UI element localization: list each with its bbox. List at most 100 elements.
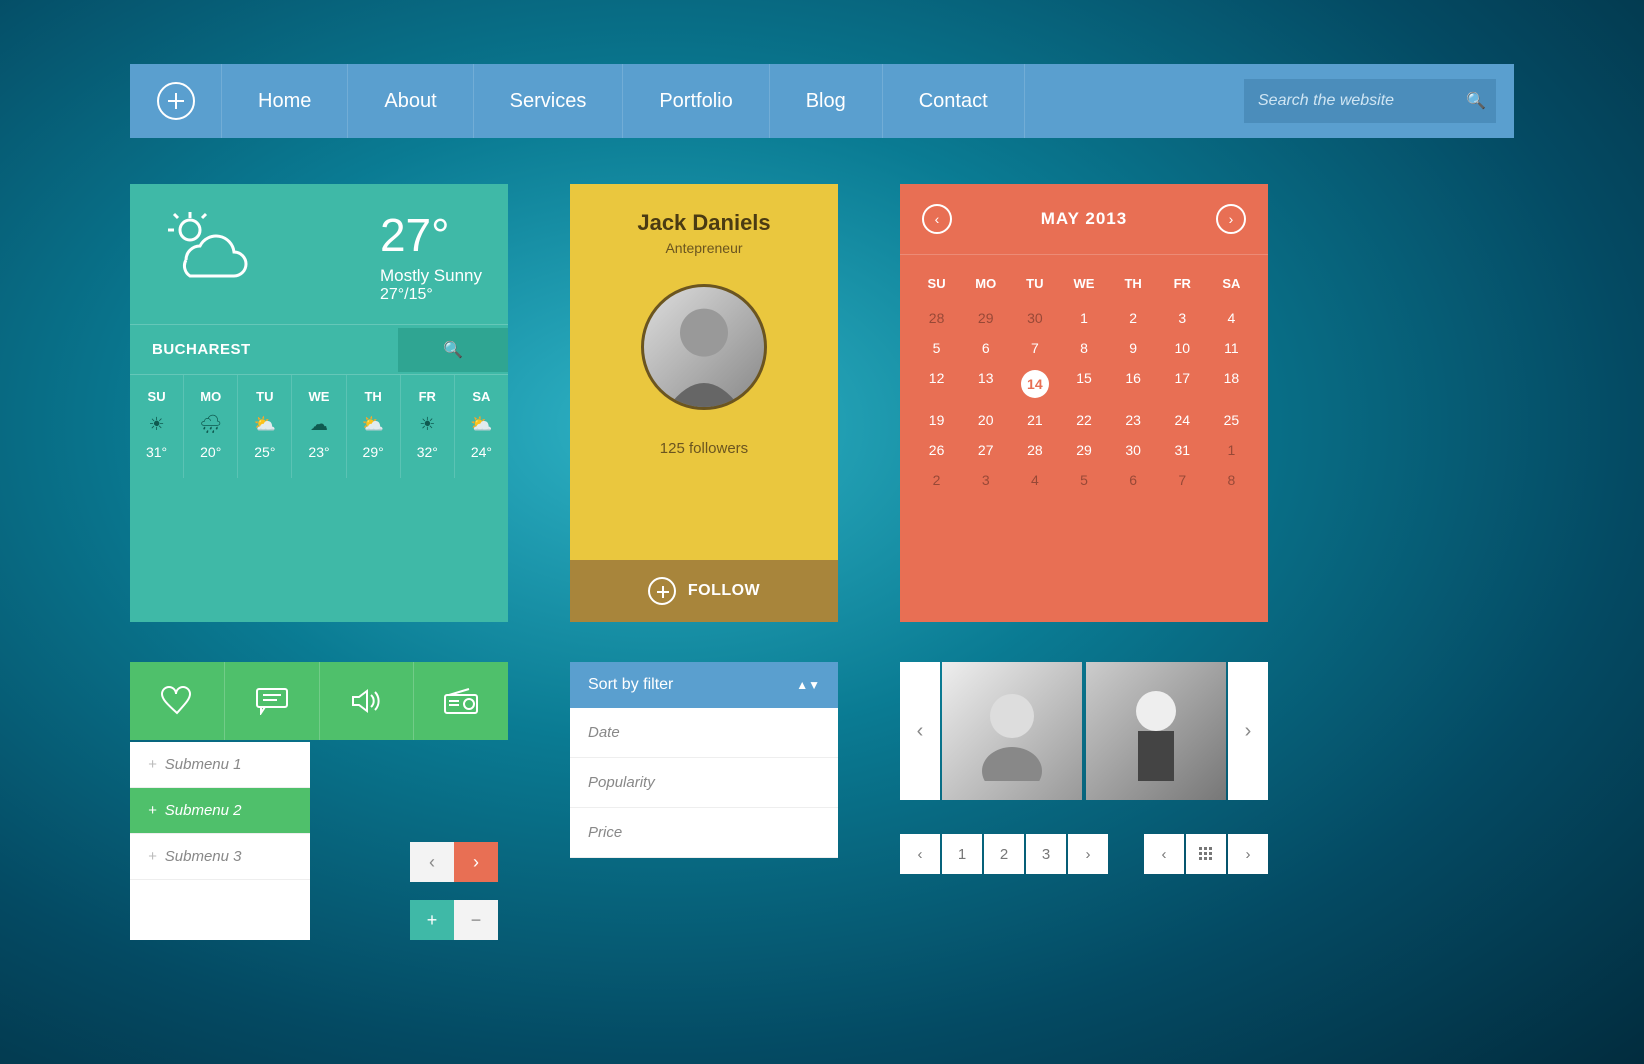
calendar-day[interactable]: 2 bbox=[912, 465, 961, 495]
calendar-day[interactable]: 21 bbox=[1010, 405, 1059, 435]
calendar-day[interactable]: 17 bbox=[1158, 363, 1207, 405]
calendar-day[interactable]: 6 bbox=[961, 333, 1010, 363]
weather-icon bbox=[156, 208, 380, 304]
page-number[interactable]: 3 bbox=[1026, 834, 1066, 874]
speaker-icon bbox=[349, 687, 383, 715]
calendar-dow: SA bbox=[1207, 269, 1256, 303]
nav-add-button[interactable] bbox=[130, 64, 222, 138]
tab-chat[interactable] bbox=[225, 662, 320, 740]
calendar-day[interactable]: 31 bbox=[1158, 435, 1207, 465]
profile-name: Jack Daniels bbox=[570, 210, 838, 236]
calendar-day[interactable]: 4 bbox=[1207, 303, 1256, 333]
view-next-button[interactable]: › bbox=[1228, 834, 1268, 874]
calendar-day[interactable]: 3 bbox=[1158, 303, 1207, 333]
carousel-image[interactable] bbox=[942, 662, 1082, 800]
grid-view-button[interactable] bbox=[1186, 834, 1226, 874]
nav-item-portfolio[interactable]: Portfolio bbox=[623, 64, 769, 138]
calendar-day[interactable]: 18 bbox=[1207, 363, 1256, 405]
calendar-day[interactable]: 30 bbox=[1109, 435, 1158, 465]
calendar-title: MAY 2013 bbox=[952, 209, 1216, 229]
nav-item-services[interactable]: Services bbox=[474, 64, 624, 138]
page-prev-button[interactable]: ‹ bbox=[900, 834, 940, 874]
calendar-day[interactable]: 25 bbox=[1207, 405, 1256, 435]
tab-sound[interactable] bbox=[320, 662, 415, 740]
calendar-day[interactable]: 28 bbox=[912, 303, 961, 333]
calendar-day[interactable]: 10 bbox=[1158, 333, 1207, 363]
calendar-next-button[interactable]: › bbox=[1216, 204, 1246, 234]
forecast-day-label: SU bbox=[130, 389, 183, 404]
calendar-day[interactable]: 8 bbox=[1207, 465, 1256, 495]
calendar-day[interactable]: 11 bbox=[1207, 333, 1256, 363]
calendar-day[interactable]: 29 bbox=[961, 303, 1010, 333]
calendar-day[interactable]: 16 bbox=[1109, 363, 1158, 405]
submenu-item[interactable]: +Submenu 2 bbox=[130, 788, 310, 834]
page-next-button[interactable]: › bbox=[1068, 834, 1108, 874]
calendar-day[interactable]: 29 bbox=[1059, 435, 1108, 465]
sort-option[interactable]: Popularity bbox=[570, 758, 838, 808]
calendar-day[interactable]: 30 bbox=[1010, 303, 1059, 333]
search-icon[interactable]: 🔍 bbox=[1466, 91, 1486, 111]
calendar-day[interactable]: 1 bbox=[1059, 303, 1108, 333]
page-number[interactable]: 1 bbox=[942, 834, 982, 874]
calendar-day[interactable]: 26 bbox=[912, 435, 961, 465]
weather-search-button[interactable]: 🔍 bbox=[398, 328, 508, 372]
page-number[interactable]: 2 bbox=[984, 834, 1024, 874]
forecast-icon: ⛅ bbox=[455, 414, 508, 436]
calendar-day[interactable]: 15 bbox=[1059, 363, 1108, 405]
prev-button[interactable]: ‹ bbox=[410, 842, 454, 882]
forecast-day: WE☁23° bbox=[292, 375, 346, 478]
forecast-day-label: TU bbox=[238, 389, 291, 404]
nav-item-contact[interactable]: Contact bbox=[883, 64, 1025, 138]
next-button[interactable]: › bbox=[454, 842, 498, 882]
nav-item-blog[interactable]: Blog bbox=[770, 64, 883, 138]
carousel-prev-button[interactable]: ‹ bbox=[900, 662, 940, 800]
forecast-temp: 24° bbox=[455, 444, 508, 460]
calendar-day[interactable]: 13 bbox=[961, 363, 1010, 405]
submenu-item[interactable]: +Submenu 3 bbox=[130, 834, 310, 880]
submenu-item[interactable]: +Submenu 1 bbox=[130, 742, 310, 788]
tab-favorites[interactable] bbox=[130, 662, 225, 740]
forecast-temp: 29° bbox=[347, 444, 400, 460]
calendar-prev-button[interactable]: ‹ bbox=[922, 204, 952, 234]
calendar-day[interactable]: 22 bbox=[1059, 405, 1108, 435]
plus-icon: + bbox=[148, 848, 157, 865]
tab-radio[interactable] bbox=[414, 662, 508, 740]
calendar-day[interactable]: 3 bbox=[961, 465, 1010, 495]
calendar-day[interactable]: 27 bbox=[961, 435, 1010, 465]
sort-toggle[interactable]: Sort by filter ▲▼ bbox=[570, 662, 838, 708]
view-prev-button[interactable]: ‹ bbox=[1144, 834, 1184, 874]
sort-option[interactable]: Date bbox=[570, 708, 838, 758]
nav-item-about[interactable]: About bbox=[348, 64, 473, 138]
calendar-day[interactable]: 14 bbox=[1010, 363, 1059, 405]
search-input[interactable] bbox=[1258, 92, 1466, 110]
calendar-day[interactable]: 12 bbox=[912, 363, 961, 405]
calendar-day[interactable]: 6 bbox=[1109, 465, 1158, 495]
follow-button[interactable]: FOLLOW bbox=[570, 560, 838, 622]
calendar-day[interactable]: 5 bbox=[912, 333, 961, 363]
calendar-day[interactable]: 20 bbox=[961, 405, 1010, 435]
calendar-day[interactable]: 2 bbox=[1109, 303, 1158, 333]
forecast-icon: 🌧 bbox=[184, 414, 237, 436]
calendar-day[interactable]: 7 bbox=[1158, 465, 1207, 495]
forecast-day: MO🌧20° bbox=[184, 375, 238, 478]
nav-item-home[interactable]: Home bbox=[222, 64, 348, 138]
forecast-icon: ⛅ bbox=[347, 414, 400, 436]
forecast-icon: ☀ bbox=[401, 414, 454, 436]
calendar-day[interactable]: 19 bbox=[912, 405, 961, 435]
profile-card: Jack Daniels Antepreneur 125 followers F… bbox=[570, 184, 838, 622]
calendar-day[interactable]: 23 bbox=[1109, 405, 1158, 435]
calendar-day[interactable]: 1 bbox=[1207, 435, 1256, 465]
carousel-next-button[interactable]: › bbox=[1228, 662, 1268, 800]
sort-option[interactable]: Price bbox=[570, 808, 838, 858]
minus-button[interactable]: − bbox=[454, 900, 498, 940]
calendar-day[interactable]: 28 bbox=[1010, 435, 1059, 465]
calendar-day[interactable]: 5 bbox=[1059, 465, 1108, 495]
calendar-day[interactable]: 8 bbox=[1059, 333, 1108, 363]
plus-button[interactable]: + bbox=[410, 900, 454, 940]
calendar-day[interactable]: 24 bbox=[1158, 405, 1207, 435]
forecast-temp: 31° bbox=[130, 444, 183, 460]
calendar-day[interactable]: 4 bbox=[1010, 465, 1059, 495]
calendar-day[interactable]: 7 bbox=[1010, 333, 1059, 363]
carousel-image[interactable] bbox=[1086, 662, 1226, 800]
calendar-day[interactable]: 9 bbox=[1109, 333, 1158, 363]
